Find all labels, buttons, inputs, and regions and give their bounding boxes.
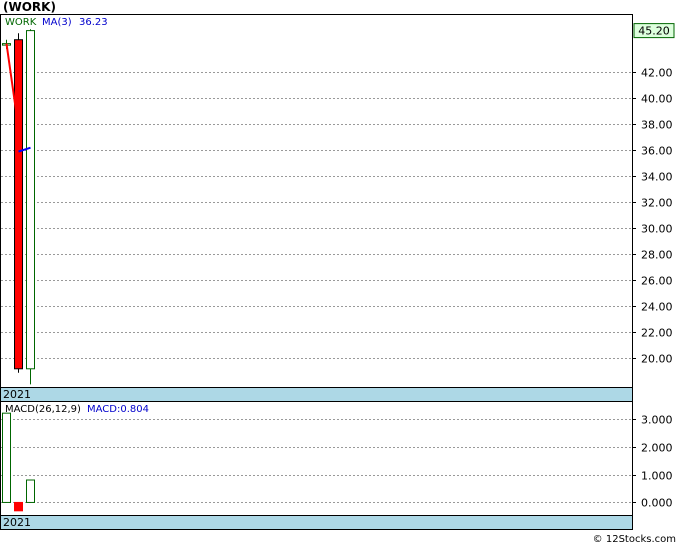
macd-date-band — [0, 515, 633, 530]
macd-legend-value: MACD:0.804 — [87, 404, 149, 415]
stock-chart: (WORK) 42.00 40.00 38.00 36.00 34.00 32.00 30.… — [0, 0, 676, 545]
candle-body-up — [26, 30, 35, 370]
macd-y-axis: 3.000 2.000 1.000 0.000 — [632, 414, 673, 510]
macd-tick-label: 0.000 — [641, 497, 673, 510]
price-tick-label: 22.00 — [641, 327, 673, 340]
price-tick-label: 38.00 — [641, 119, 673, 132]
price-tick-label: 26.00 — [641, 275, 673, 288]
price-tick-label: 20.00 — [641, 353, 673, 366]
legend-ma-value: 36.23 — [79, 17, 108, 28]
macd-bar-up — [26, 479, 35, 503]
legend-ma-label: MA(3) — [42, 17, 72, 28]
chart-title: (WORK) — [3, 0, 56, 14]
last-price-label: 45.20 — [638, 25, 670, 38]
macd-bar-up — [2, 412, 11, 503]
price-year-label: 2021 — [3, 388, 31, 401]
macd-legend-label: MACD(26,12,9) — [5, 404, 81, 415]
macd-year-label: 2021 — [3, 516, 31, 529]
macd-tick-label: 1.000 — [641, 470, 673, 483]
price-tick-label: 32.00 — [641, 197, 673, 210]
price-y-axis: 42.00 40.00 38.00 36.00 34.00 32.00 30.00 28.00… — [632, 67, 673, 366]
price-tick-label: 40.00 — [641, 93, 673, 106]
macd-bar-down — [14, 501, 23, 512]
legend-ticker: WORK — [5, 17, 37, 28]
candle-body-down — [14, 39, 23, 370]
macd-tick-label: 2.000 — [641, 442, 673, 455]
macd-panel-frame — [0, 401, 633, 516]
price-tick-label: 28.00 — [641, 249, 673, 262]
price-date-band — [0, 387, 633, 402]
price-tick-label: 36.00 — [641, 145, 673, 158]
price-tick-label: 24.00 — [641, 301, 673, 314]
price-tick-label: 30.00 — [641, 223, 673, 236]
macd-tick-label: 3.000 — [641, 414, 673, 427]
price-panel-frame — [0, 14, 633, 388]
price-tick-label: 42.00 — [641, 67, 673, 80]
price-tick-label: 34.00 — [641, 171, 673, 184]
footer-credit: © 12Stocks.com — [593, 534, 676, 545]
